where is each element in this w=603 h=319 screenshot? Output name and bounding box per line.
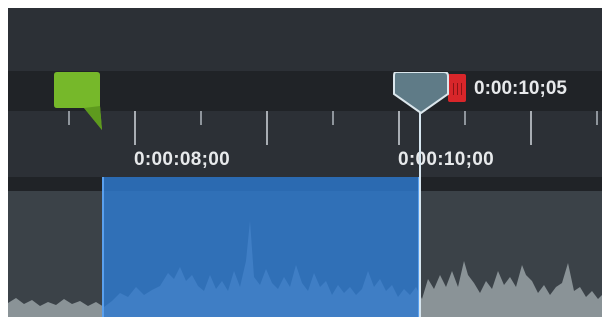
red-marker-icon[interactable] [448, 74, 466, 102]
ruler-tick [596, 111, 598, 125]
ruler-tick [464, 111, 466, 125]
ruler-tick [134, 111, 136, 145]
selection-range[interactable] [102, 177, 420, 317]
ruler-label: 0:00:10;00 [398, 149, 494, 170]
timeline-panel: 0:00:08;00 0:00:10;00 0:00:10;05 [8, 8, 602, 317]
ruler-tick [266, 111, 268, 145]
playhead-line[interactable] [419, 111, 421, 317]
ruler-tick [200, 111, 202, 125]
green-flag-marker-icon[interactable] [52, 72, 104, 137]
playhead-icon[interactable] [392, 71, 450, 119]
playhead-time-readout: 0:00:10;05 [474, 78, 567, 99]
ruler-tick [332, 111, 334, 125]
ruler-tick [530, 111, 532, 145]
ruler-label: 0:00:08;00 [134, 149, 230, 170]
